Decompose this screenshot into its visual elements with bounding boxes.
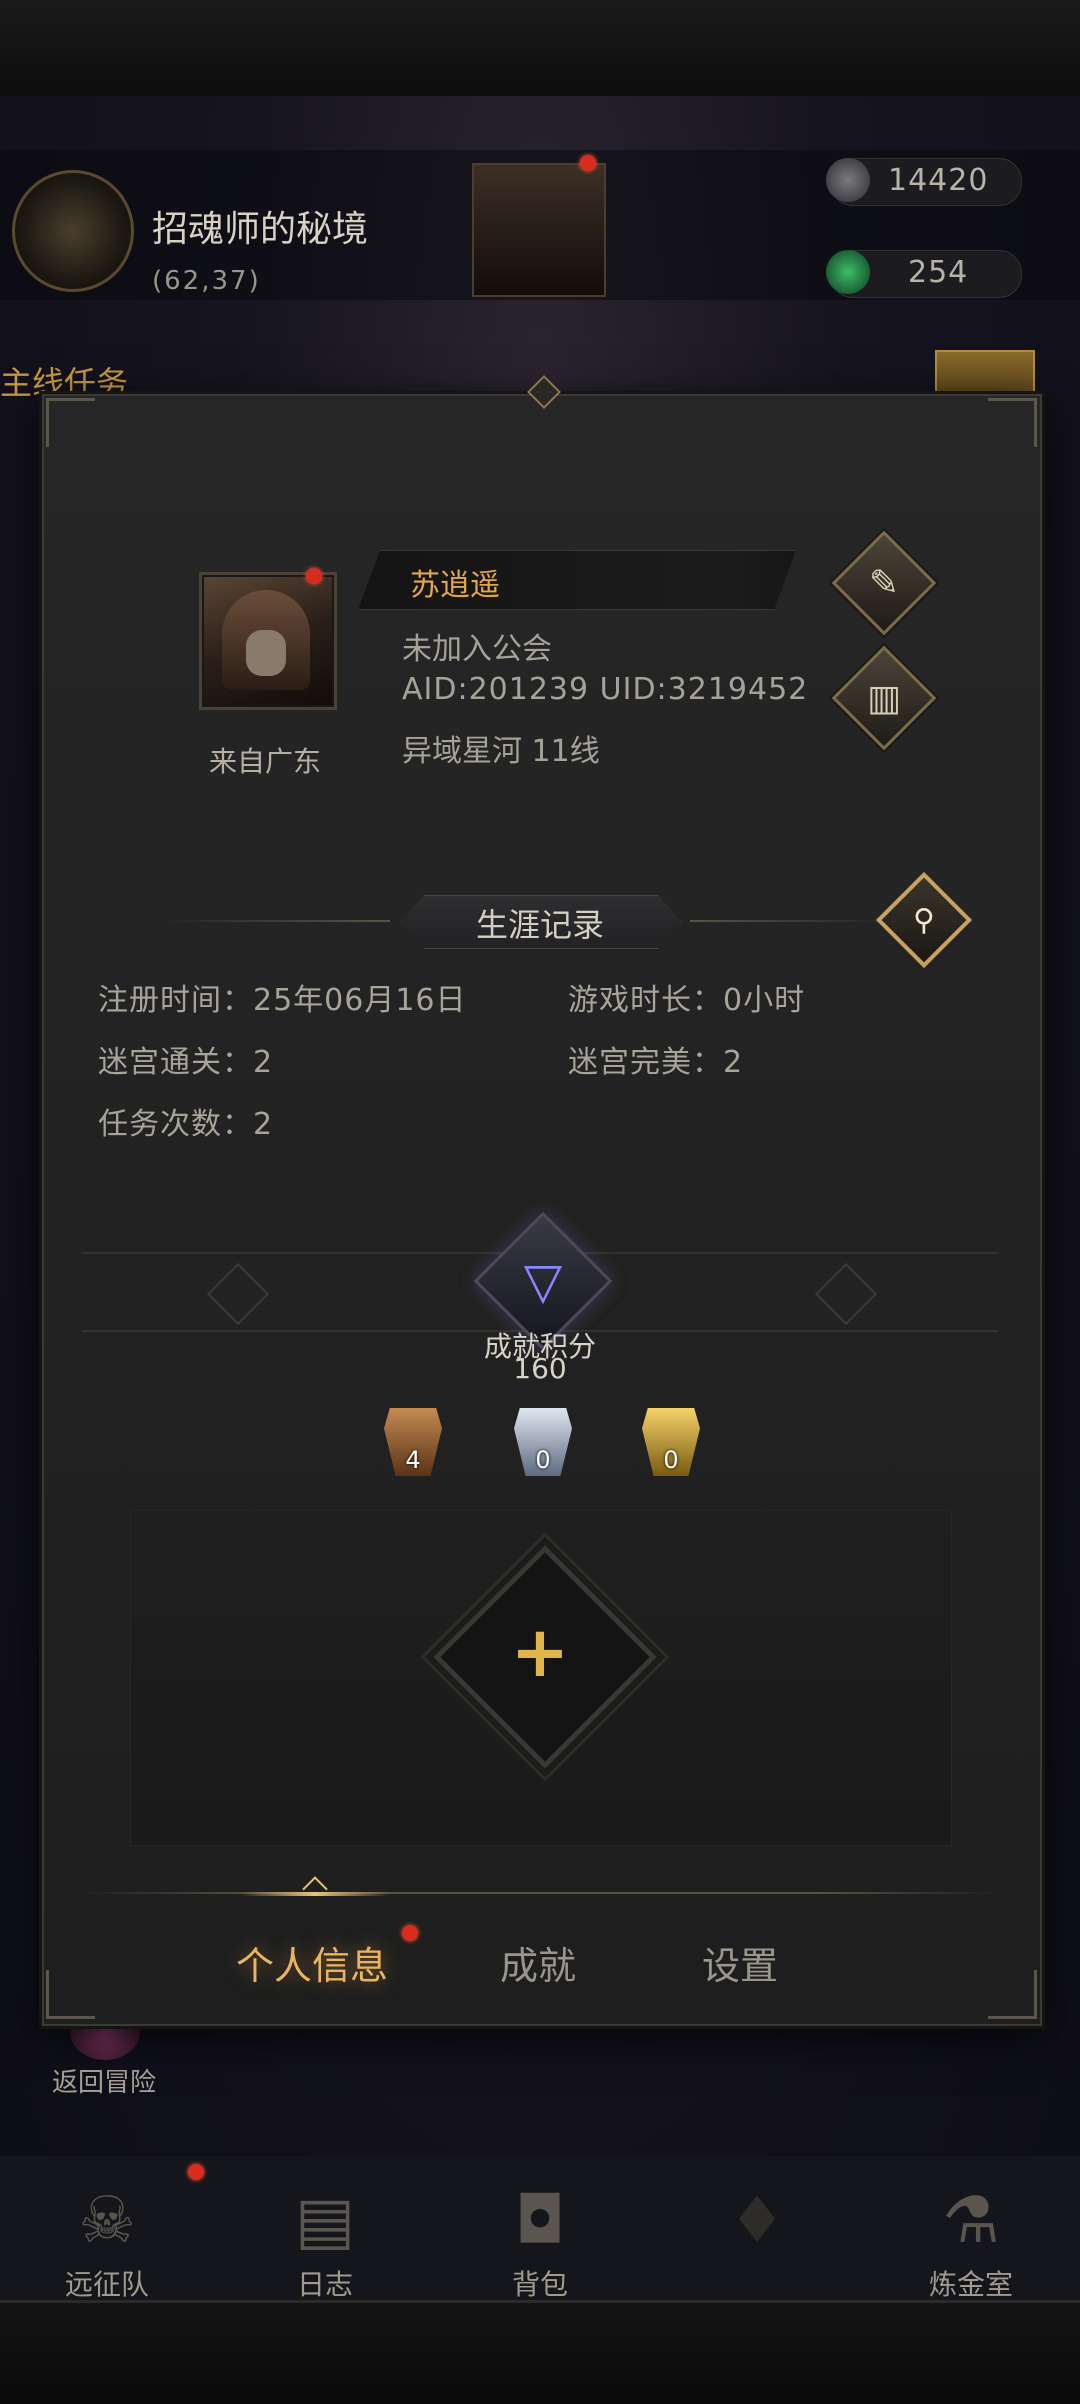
location-label: 来自广东: [208, 745, 321, 778]
tab-divider: [82, 1892, 998, 1894]
corner-ornament: [988, 398, 1037, 447]
server-name: 异域星河 11线: [402, 734, 600, 769]
scroll-icon: ▥: [866, 677, 901, 719]
bronze-medal-count: 4: [405, 1446, 421, 1474]
nav-bag-label: 背包: [511, 2268, 568, 2301]
gem-icon: [826, 250, 870, 294]
tab-settings[interactable]: 设置: [702, 1935, 778, 1990]
career-divider-left: [160, 920, 390, 922]
hero-portrait-button[interactable]: [472, 163, 606, 297]
resource-1-value: 14420: [888, 163, 989, 198]
plus-icon[interactable]: +: [490, 1602, 590, 1702]
nav-expedition-label: 远征队: [64, 2268, 149, 2301]
avatar-face: [246, 630, 286, 676]
career-title: 生涯记录: [475, 906, 604, 944]
return-adventure-label[interactable]: 返回冒险: [52, 2062, 156, 2099]
locked-icon: ♦: [728, 2184, 786, 2258]
resource-2-value: 254: [908, 255, 969, 290]
alchemy-icon: ⚗: [942, 2184, 1000, 2258]
stone-icon: [826, 158, 870, 202]
nav-log[interactable]: ▤ 日志: [220, 2175, 430, 2301]
triangle-emblem-icon: ▽: [523, 1252, 563, 1310]
bottom-nav-bar: [0, 2300, 1080, 2404]
register-time: 注册时间：25年06月16日: [98, 983, 467, 1018]
nav-locked[interactable]: ♦: [652, 2175, 862, 2295]
helmet-icon: ☠: [78, 2184, 136, 2258]
nav-log-label: 日志: [296, 2268, 353, 2301]
nav-alchemy-label: 炼金室: [928, 2268, 1013, 2301]
magnifier-icon: ⚲: [913, 902, 935, 938]
career-divider-right: [690, 920, 890, 922]
player-ids: AID:201239 UID:3219452: [402, 672, 809, 707]
guild-status: 未加入公会: [402, 632, 552, 667]
nav-alchemy[interactable]: ⚗ 炼金室: [866, 2175, 1076, 2301]
corner-ornament: [46, 398, 95, 447]
tab-notification-dot: [402, 1925, 418, 1941]
avatar-notification-dot: [306, 568, 322, 584]
map-name: 招魂师的秘境: [152, 209, 369, 250]
achievement-points-value: 160: [513, 1352, 567, 1385]
nav-bag[interactable]: ◘ 背包: [435, 2175, 645, 2301]
corner-ornament: [988, 1970, 1037, 2019]
corner-ornament: [46, 1970, 95, 2019]
task-count: 任务次数：2: [98, 1107, 274, 1142]
maze-clear-count: 迷宫通关：2: [98, 1045, 274, 1080]
gold-medal-count: 0: [663, 1446, 679, 1474]
maze-perfect-count: 迷宫完美：2: [568, 1045, 744, 1080]
backpack-icon: ◘: [514, 2184, 566, 2258]
map-scroll-icon: ▤: [294, 2184, 356, 2258]
play-time: 游戏时长：0小时: [568, 983, 806, 1018]
notification-dot: [580, 155, 596, 171]
nav-expedition[interactable]: ☠ 远征队: [2, 2175, 212, 2301]
tab-achievements[interactable]: 成就: [500, 1935, 576, 1990]
notification-dot: [188, 2164, 204, 2180]
silver-medal-count: 0: [535, 1446, 551, 1474]
quill-icon: ✎: [868, 562, 900, 604]
tab-personal-info[interactable]: 个人信息: [236, 1935, 388, 1990]
top-status-strip: [0, 0, 1080, 99]
portal-icon[interactable]: [12, 170, 134, 292]
map-coordinates: (62,37): [152, 266, 261, 296]
player-name: 苏逍遥: [410, 568, 500, 603]
